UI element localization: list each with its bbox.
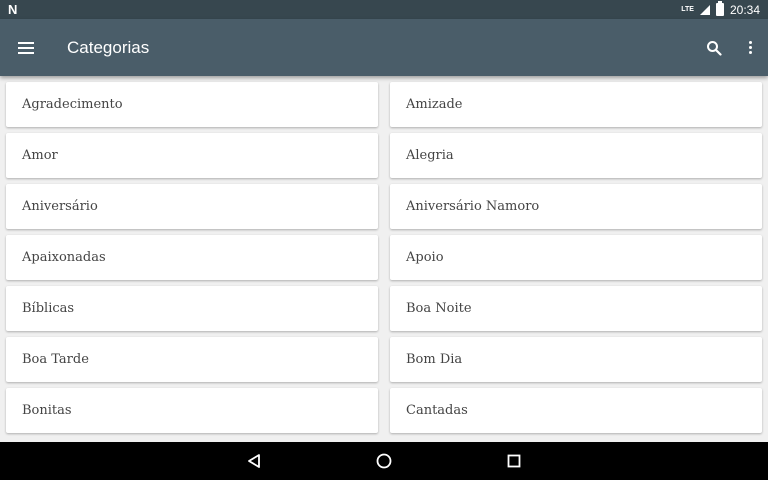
search-icon (707, 40, 722, 56)
category-label: Aniversário (22, 199, 98, 214)
recents-button[interactable] (503, 450, 525, 472)
category-card[interactable]: Boa Tarde (6, 337, 378, 382)
category-label: Amor (22, 148, 58, 163)
category-card[interactable]: Amor (6, 133, 378, 178)
category-card[interactable]: Bom Dia (390, 337, 762, 382)
network-type: LTE (681, 6, 694, 13)
battery-icon (715, 1, 724, 16)
menu-icon (18, 41, 34, 54)
back-button[interactable] (243, 450, 265, 472)
category-label: Aniversário Namoro (406, 199, 540, 214)
search-button[interactable] (696, 19, 732, 76)
category-card[interactable]: Amizade (390, 82, 762, 127)
recents-icon (507, 454, 521, 468)
navigation-bar (0, 442, 768, 480)
notification-n-icon: N (8, 2, 17, 17)
category-label: Bom Dia (406, 352, 463, 367)
menu-button[interactable] (1, 19, 51, 76)
category-card[interactable]: Agradecimento (6, 82, 378, 127)
category-label: Alegria (406, 148, 454, 163)
category-card[interactable]: Boa Noite (390, 286, 762, 331)
more-vert-icon (748, 41, 752, 54)
category-card[interactable]: Bonitas (6, 388, 378, 433)
category-label: Apaixonadas (22, 250, 106, 265)
category-label: Amizade (406, 97, 463, 112)
category-card[interactable]: Apaixonadas (6, 235, 378, 280)
category-label: Boa Tarde (22, 352, 89, 367)
page-title: Categorias (67, 37, 150, 57)
home-button[interactable] (373, 450, 395, 472)
app-bar: Categorias (0, 19, 768, 76)
category-label: Bíblicas (22, 301, 75, 316)
status-bar: N LTE 20:34 (0, 0, 768, 19)
more-options-button[interactable] (732, 19, 768, 76)
category-label: Bonitas (22, 403, 72, 418)
category-label: Apoio (406, 250, 444, 265)
clock: 20:34 (729, 2, 760, 17)
category-label: Boa Noite (406, 301, 472, 316)
category-card[interactable]: Apoio (390, 235, 762, 280)
back-icon (248, 454, 260, 468)
category-card[interactable]: Aniversário Namoro (390, 184, 762, 229)
category-card[interactable]: Aniversário (6, 184, 378, 229)
category-card[interactable]: Bíblicas (6, 286, 378, 331)
category-label: Agradecimento (22, 97, 123, 112)
home-icon (376, 453, 392, 469)
category-label: Cantadas (406, 403, 468, 418)
category-list[interactable]: Agradecimento Amizade Amor Alegria Aniversár… (0, 76, 768, 442)
signal-icon (699, 4, 710, 15)
category-card[interactable]: Cantadas (390, 388, 762, 433)
category-card[interactable]: Alegria (390, 133, 762, 178)
